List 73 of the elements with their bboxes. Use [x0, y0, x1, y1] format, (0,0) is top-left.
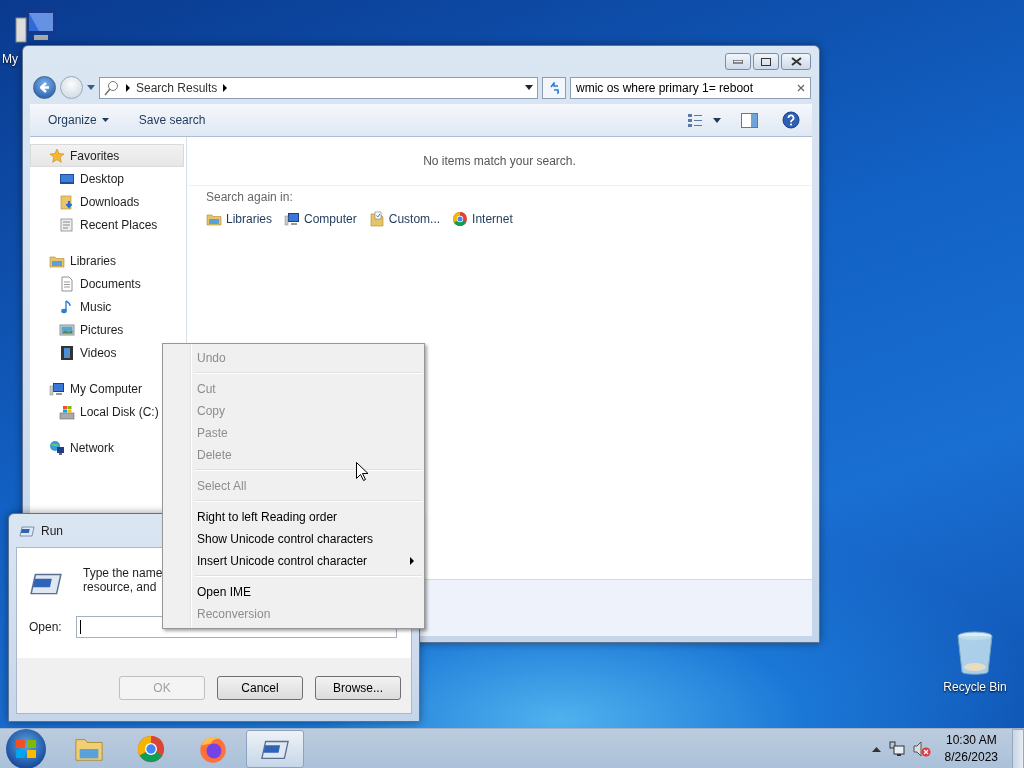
menu-item[interactable]: Show Unicode control characters — [165, 528, 422, 550]
nav-item[interactable]: Music — [30, 295, 184, 318]
empty-results-message: No items match your search. — [187, 137, 812, 186]
address-bar[interactable]: Search Results — [99, 76, 538, 99]
computer-icon — [284, 211, 301, 227]
recent-places-icon — [59, 216, 75, 233]
open-label: Open: — [29, 620, 62, 634]
computer-icon — [49, 380, 65, 397]
chevron-icon — [223, 83, 228, 92]
library-folder-icon — [206, 211, 222, 227]
browser-icon — [452, 211, 469, 227]
chevron-icon — [126, 83, 130, 92]
window-title: Run — [41, 523, 63, 538]
star-icon — [49, 147, 65, 164]
maximize-button[interactable] — [753, 53, 779, 70]
help-icon[interactable] — [782, 111, 800, 129]
maximize-icon — [761, 57, 771, 66]
refresh-icon — [549, 81, 559, 94]
prompt-text: Type the name resource, and — [83, 566, 163, 594]
dropdown-arrow-icon — [101, 118, 109, 122]
dialog-button[interactable]: Cancel — [217, 676, 303, 700]
menu-item[interactable]: Open IME — [165, 581, 422, 603]
history-dropdown-icon[interactable] — [87, 85, 95, 90]
download-folder-icon — [59, 193, 75, 210]
nav-item[interactable]: Downloads — [30, 190, 184, 213]
nav-item[interactable]: Documents — [30, 272, 184, 295]
search-location-link[interactable]: Custom... — [368, 211, 441, 227]
nav-item[interactable]: Desktop — [30, 167, 184, 190]
back-arrow-icon — [40, 82, 49, 93]
nav-item[interactable]: Recent Places — [30, 213, 184, 236]
nav-group-item[interactable]: Favorites — [30, 144, 184, 167]
menu-item[interactable]: Right to left Reading order — [165, 506, 422, 528]
breadcrumb[interactable]: Search Results — [136, 80, 218, 95]
nav-item[interactable]: Pictures — [30, 318, 184, 341]
picture-icon — [59, 321, 75, 338]
clear-icon[interactable] — [797, 83, 805, 92]
volume-muted-icon[interactable] — [912, 741, 931, 757]
fox-globe-icon — [198, 734, 228, 764]
document-icon — [59, 275, 75, 292]
taskbar-app-button[interactable] — [246, 730, 304, 768]
windows-flag-icon — [15, 739, 37, 759]
network-icon — [49, 439, 65, 456]
dropdown-arrow-icon[interactable] — [713, 117, 721, 123]
show-hidden-icons-icon[interactable] — [871, 746, 881, 752]
trash-bin-icon — [955, 630, 995, 676]
film-icon — [59, 344, 75, 361]
browser-icon — [136, 734, 166, 764]
back-button[interactable] — [33, 76, 56, 99]
search-location-link[interactable]: Libraries — [206, 211, 273, 227]
search-again-label: Search again in: — [206, 190, 294, 204]
network-icon[interactable] — [888, 741, 905, 757]
search-location-link[interactable]: Computer — [284, 211, 357, 227]
folder-checklist-icon — [368, 211, 385, 227]
close-icon — [790, 57, 802, 66]
start-button[interactable] — [6, 729, 46, 768]
drive-icon — [59, 403, 75, 420]
refresh-button[interactable] — [542, 76, 566, 99]
search-field[interactable]: wmic os where primary 1= reboot — [570, 76, 811, 99]
close-button[interactable] — [781, 53, 811, 70]
desktop-icon-label[interactable]: My — [2, 52, 18, 66]
menu-item[interactable]: Insert Unicode control character — [165, 550, 422, 572]
search-icon — [104, 79, 120, 96]
preview-pane-icon[interactable] — [741, 112, 758, 128]
dropdown-arrow-icon[interactable] — [525, 85, 533, 90]
nav-group-item[interactable]: Libraries — [30, 249, 184, 272]
desktop-icon-label[interactable]: Recycle Bin — [943, 680, 1007, 694]
minimize-icon — [733, 59, 743, 64]
toolbar-button[interactable]: Save search — [126, 109, 218, 131]
organize-menu-button[interactable]: Organize — [36, 109, 121, 131]
search-location-link[interactable]: Internet — [452, 211, 513, 227]
view-list-icon[interactable] — [687, 112, 703, 128]
clock[interactable]: 10:30 AM 8/26/2023 — [944, 732, 998, 766]
dialog-button[interactable]: Browse... — [315, 676, 401, 700]
